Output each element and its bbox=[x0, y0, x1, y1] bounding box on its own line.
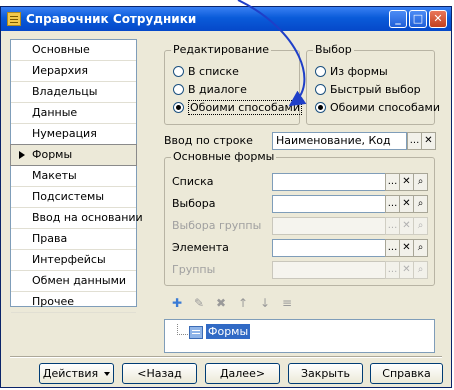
maximize-button[interactable]: □ bbox=[409, 10, 427, 28]
nav-item-subsystems[interactable]: Подсистемы bbox=[11, 187, 136, 208]
back-button[interactable]: <Назад bbox=[122, 363, 197, 384]
window-title: Справочник Сотрудники bbox=[26, 12, 197, 26]
group-choice-form-field bbox=[272, 217, 386, 235]
list-form-label: Списка bbox=[172, 175, 214, 188]
group-form-label: Группы bbox=[172, 263, 216, 276]
nav-item-data[interactable]: Данные bbox=[11, 103, 136, 124]
choice-form-label: Выбора bbox=[172, 197, 216, 210]
nav-item-owners[interactable]: Владельцы bbox=[11, 82, 136, 103]
choice-form-open-button[interactable]: ⌕ bbox=[413, 195, 428, 213]
input-by-line-label: Ввод по строке bbox=[164, 134, 253, 147]
group-form-open-button: ⌕ bbox=[413, 261, 428, 279]
group-choice-form-select-button: ... bbox=[385, 217, 400, 235]
title-bar[interactable]: Справочник Сотрудники _ □ ✕ bbox=[1, 7, 451, 31]
magnifier-icon: ⌕ bbox=[417, 220, 424, 231]
radio-icon bbox=[173, 84, 184, 95]
footer-separator bbox=[10, 356, 442, 358]
move-down-icon[interactable]: ↓ bbox=[257, 296, 273, 310]
nav-item-numbering[interactable]: Нумерация bbox=[11, 124, 136, 145]
nav-item-data-exchange[interactable]: Обмен данными bbox=[11, 271, 136, 292]
catalog-window: Справочник Сотрудники _ □ ✕ Основные Иер… bbox=[0, 6, 452, 388]
forms-folder-icon bbox=[189, 326, 203, 339]
edit-form-icon[interactable]: ✎ bbox=[191, 296, 207, 310]
list-form-select-button[interactable]: ... bbox=[385, 173, 400, 191]
edit-in-dialog-radio[interactable]: В диалоге bbox=[173, 83, 247, 97]
tree-branch-line bbox=[177, 324, 188, 335]
list-form-field[interactable] bbox=[272, 173, 386, 191]
element-form-field[interactable] bbox=[272, 239, 386, 257]
sort-icon[interactable]: ≡ bbox=[279, 296, 295, 310]
chevron-down-icon bbox=[104, 372, 111, 376]
add-form-icon[interactable]: ✚ bbox=[169, 296, 185, 310]
next-button[interactable]: Далее> bbox=[205, 363, 280, 384]
quick-choice-radio[interactable]: Быстрый выбор bbox=[315, 83, 421, 97]
group-form-field bbox=[272, 261, 386, 279]
edit-both-ways-radio[interactable]: Обоими способами bbox=[173, 100, 302, 115]
group-form-select-button: ... bbox=[385, 261, 400, 279]
editing-group: Редактирование В списке В диалоге Обоими… bbox=[164, 43, 302, 125]
choose-both-ways-radio[interactable]: Обоими способами bbox=[315, 101, 440, 115]
nav-item-interfaces[interactable]: Интерфейсы bbox=[11, 250, 136, 271]
nav-item-input-based-on[interactable]: Ввод на основании bbox=[11, 208, 143, 229]
delete-form-icon[interactable]: ✖ bbox=[213, 296, 229, 310]
edit-in-list-radio[interactable]: В списке bbox=[173, 65, 239, 79]
selected-marker-icon bbox=[19, 151, 25, 159]
minimize-button[interactable]: _ bbox=[389, 10, 407, 28]
nav-item-other[interactable]: Прочее bbox=[11, 292, 136, 313]
nav-item-hierarchy[interactable]: Иерархия bbox=[11, 61, 136, 82]
radio-icon bbox=[315, 66, 326, 77]
forms-tree[interactable]: Формы bbox=[164, 319, 435, 353]
list-form-open-button[interactable]: ⌕ bbox=[413, 173, 428, 191]
nav-item-forms[interactable]: Формы bbox=[10, 144, 137, 166]
magnifier-icon: ⌕ bbox=[417, 242, 424, 253]
group-form-clear-button: ✕ bbox=[399, 261, 414, 279]
choice-form-field[interactable] bbox=[272, 195, 386, 213]
radio-selected-icon bbox=[315, 102, 326, 113]
forms-tree-root[interactable]: Формы bbox=[206, 324, 251, 339]
radio-icon bbox=[173, 66, 184, 77]
element-form-label: Элемента bbox=[172, 241, 229, 254]
editing-group-label: Редактирование bbox=[171, 43, 271, 57]
close-button[interactable]: Закрыть bbox=[288, 363, 363, 384]
element-form-clear-button[interactable]: ✕ bbox=[399, 239, 414, 257]
choice-form-select-button[interactable]: ... bbox=[385, 195, 400, 213]
nav-item-layouts[interactable]: Макеты bbox=[11, 166, 136, 187]
magnifier-icon: ⌕ bbox=[417, 176, 424, 187]
list-form-clear-button[interactable]: ✕ bbox=[399, 173, 414, 191]
choice-group-label: Выбор bbox=[313, 43, 354, 57]
element-form-open-button[interactable]: ⌕ bbox=[413, 239, 428, 257]
radio-selected-icon bbox=[173, 102, 184, 113]
nav-item-basic[interactable]: Основные bbox=[11, 40, 136, 61]
main-forms-group-label: Основные формы bbox=[171, 150, 277, 164]
group-choice-form-open-button: ⌕ bbox=[413, 217, 428, 235]
choose-from-form-radio[interactable]: Из формы bbox=[315, 65, 388, 79]
magnifier-icon: ⌕ bbox=[417, 198, 424, 209]
radio-icon bbox=[315, 84, 326, 95]
group-choice-form-label: Выбора группы bbox=[172, 219, 262, 232]
input-by-line-clear-button[interactable]: ✕ bbox=[421, 132, 436, 150]
actions-button[interactable]: Действия bbox=[39, 363, 114, 384]
input-by-line-field[interactable]: Наименование, Код bbox=[272, 132, 407, 150]
settings-nav-list: Основные Иерархия Владельцы Данные Нумер… bbox=[10, 39, 143, 313]
help-button[interactable]: Справка bbox=[370, 363, 443, 384]
group-choice-form-clear-button: ✕ bbox=[399, 217, 414, 235]
choice-group: Выбор Из формы Быстрый выбор Обоими спос… bbox=[306, 43, 440, 125]
input-by-line-select-button[interactable]: ... bbox=[407, 132, 422, 150]
close-window-button[interactable]: ✕ bbox=[429, 10, 447, 28]
nav-item-rights[interactable]: Права bbox=[11, 229, 136, 250]
element-form-select-button[interactable]: ... bbox=[385, 239, 400, 257]
move-up-icon[interactable]: ↑ bbox=[235, 296, 251, 310]
catalog-icon bbox=[7, 12, 21, 26]
magnifier-icon: ⌕ bbox=[417, 264, 424, 275]
choice-form-clear-button[interactable]: ✕ bbox=[399, 195, 414, 213]
